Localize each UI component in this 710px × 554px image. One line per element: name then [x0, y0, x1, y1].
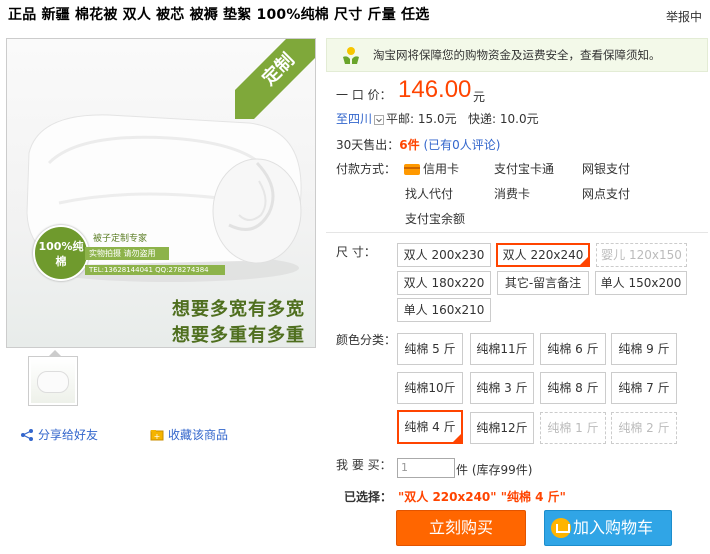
product-main-image[interactable]: 定制 100%纯棉 被子定制专家 实物拍摄 请勿盗用 TEL:136281440…: [6, 38, 316, 348]
size-label: 尺 寸：: [336, 245, 376, 259]
cotton-badge: 100%纯棉: [33, 225, 89, 281]
payment-proxy: 找人代付: [405, 187, 454, 201]
credit-card-icon: [404, 164, 420, 175]
shipping-regular: 平邮: 15.0元: [386, 112, 457, 126]
slogan-width: 想要多宽有多宽: [172, 299, 305, 320]
add-to-cart-button[interactable]: 加入购物车: [544, 510, 672, 546]
color-option-5jin[interactable]: 纯棉 5 斤: [397, 333, 463, 365]
quantity-label: 我 要 买：: [336, 458, 392, 472]
comments-link[interactable]: (已有0人评论): [423, 138, 500, 152]
section-divider: [326, 232, 708, 233]
color-option-7jin[interactable]: 纯棉 7 斤: [611, 372, 677, 404]
favorite-folder-icon: +: [150, 429, 164, 441]
color-option-4jin[interactable]: 纯棉 4 斤: [397, 410, 463, 444]
share-label: 分享给好友: [38, 428, 99, 442]
report-link[interactable]: 举报中: [666, 8, 702, 25]
guarantee-text: 淘宝网将保障您的购物资金及运费安全，查看保障须知。: [373, 48, 661, 62]
payment-alipay-balance: 支付宝余额: [405, 212, 466, 226]
size-option-160x210[interactable]: 单人 160x210: [397, 298, 491, 322]
size-option-other[interactable]: 其它-留言备注: [497, 271, 589, 295]
share-link[interactable]: 分享给好友: [20, 426, 98, 443]
size-option-150x200[interactable]: 单人 150x200: [595, 271, 687, 295]
protection-hands-icon: [343, 47, 359, 64]
thumbnail-image[interactable]: [28, 356, 78, 406]
size-option-200x230[interactable]: 双人 200x230: [397, 243, 491, 267]
color-option-3jin[interactable]: 纯棉 3 斤: [470, 372, 534, 404]
custom-ribbon: 定制: [235, 39, 315, 119]
color-option-9jin[interactable]: 纯棉 9 斤: [611, 333, 677, 365]
cart-icon: [551, 518, 571, 538]
payment-consumer-card: 消费卡: [494, 187, 531, 201]
color-option-12jin[interactable]: 纯棉12斤: [470, 412, 534, 444]
quantity-input[interactable]: 1: [397, 458, 455, 478]
brand-line2: 实物拍摄 请勿盗用: [85, 247, 169, 260]
selected-label: 已选择：: [344, 490, 393, 504]
color-option-10jin[interactable]: 纯棉10斤: [397, 372, 463, 404]
sales-row: 30天售出：6件 (已有0人评论): [336, 136, 500, 153]
selected-summary: 已选择： "双人 220x240" "纯棉 4 斤": [344, 488, 566, 505]
price-label: 一 口 价：: [336, 88, 392, 102]
brand-box: 被子定制专家 实物拍摄 请勿盗用 TEL:13628144041 QQ:2782…: [85, 231, 225, 275]
payment-netbank: 网银支付: [582, 162, 631, 176]
product-title: 正品 新疆 棉花被 双人 被芯 被褥 垫絮 100%纯棉 尺寸 斤量 任选: [8, 7, 430, 23]
favorite-label: 收藏该商品: [168, 428, 229, 442]
color-option-6jin[interactable]: 纯棉 6 斤: [540, 333, 606, 365]
payment-alipay-card: 支付宝卡通: [494, 162, 555, 176]
price-unit: 元: [473, 90, 486, 104]
shipping-express: 快递: 10.0元: [468, 112, 539, 126]
brand-line1: 被子定制专家: [93, 234, 148, 244]
sales-label: 30天售出：: [336, 138, 400, 152]
color-option-2jin: 纯棉 2 斤: [611, 412, 677, 444]
size-option-220x240[interactable]: 双人 220x240: [496, 243, 590, 267]
payment-credit-card: 信用卡: [404, 160, 459, 177]
shipping-row: 至四川 平邮: 15.0元 快递: 10.0元: [336, 110, 539, 127]
stock-text: 件 (库存99件): [456, 463, 533, 477]
favorite-link[interactable]: + 收藏该商品: [150, 426, 228, 443]
buy-now-button[interactable]: 立刻购买: [396, 510, 526, 546]
price-value: 146.00: [398, 76, 472, 103]
brand-line3: TEL:13628144041 QQ:278274384: [85, 265, 225, 275]
share-icon: [21, 428, 33, 441]
color-option-8jin[interactable]: 纯棉 8 斤: [540, 372, 606, 404]
size-option-180x220[interactable]: 双人 180x220: [397, 271, 491, 295]
color-option-11jin[interactable]: 纯棉11斤: [470, 333, 534, 365]
add-to-cart-label: 加入购物车: [573, 518, 654, 537]
payment-outlet: 网点支付: [582, 187, 631, 201]
payment-method-label: 信用卡: [423, 162, 460, 176]
guarantee-banner[interactable]: 淘宝网将保障您的购物资金及运费安全，查看保障须知。: [326, 38, 708, 72]
color-label: 颜色分类：: [336, 333, 397, 347]
shipping-destination[interactable]: 至四川: [336, 112, 372, 126]
payment-label: 付款方式：: [336, 162, 397, 176]
svg-text:+: +: [154, 432, 161, 441]
sales-count: 6件: [399, 138, 420, 152]
dropdown-arrow-icon[interactable]: [374, 114, 385, 125]
selected-value: "双人 220x240" "纯棉 4 斤": [398, 490, 566, 504]
size-option-120x150: 婴儿 120x150: [596, 243, 687, 267]
color-option-1jin: 纯棉 1 斤: [540, 412, 606, 444]
slogan-weight: 想要多重有多重: [172, 325, 305, 346]
